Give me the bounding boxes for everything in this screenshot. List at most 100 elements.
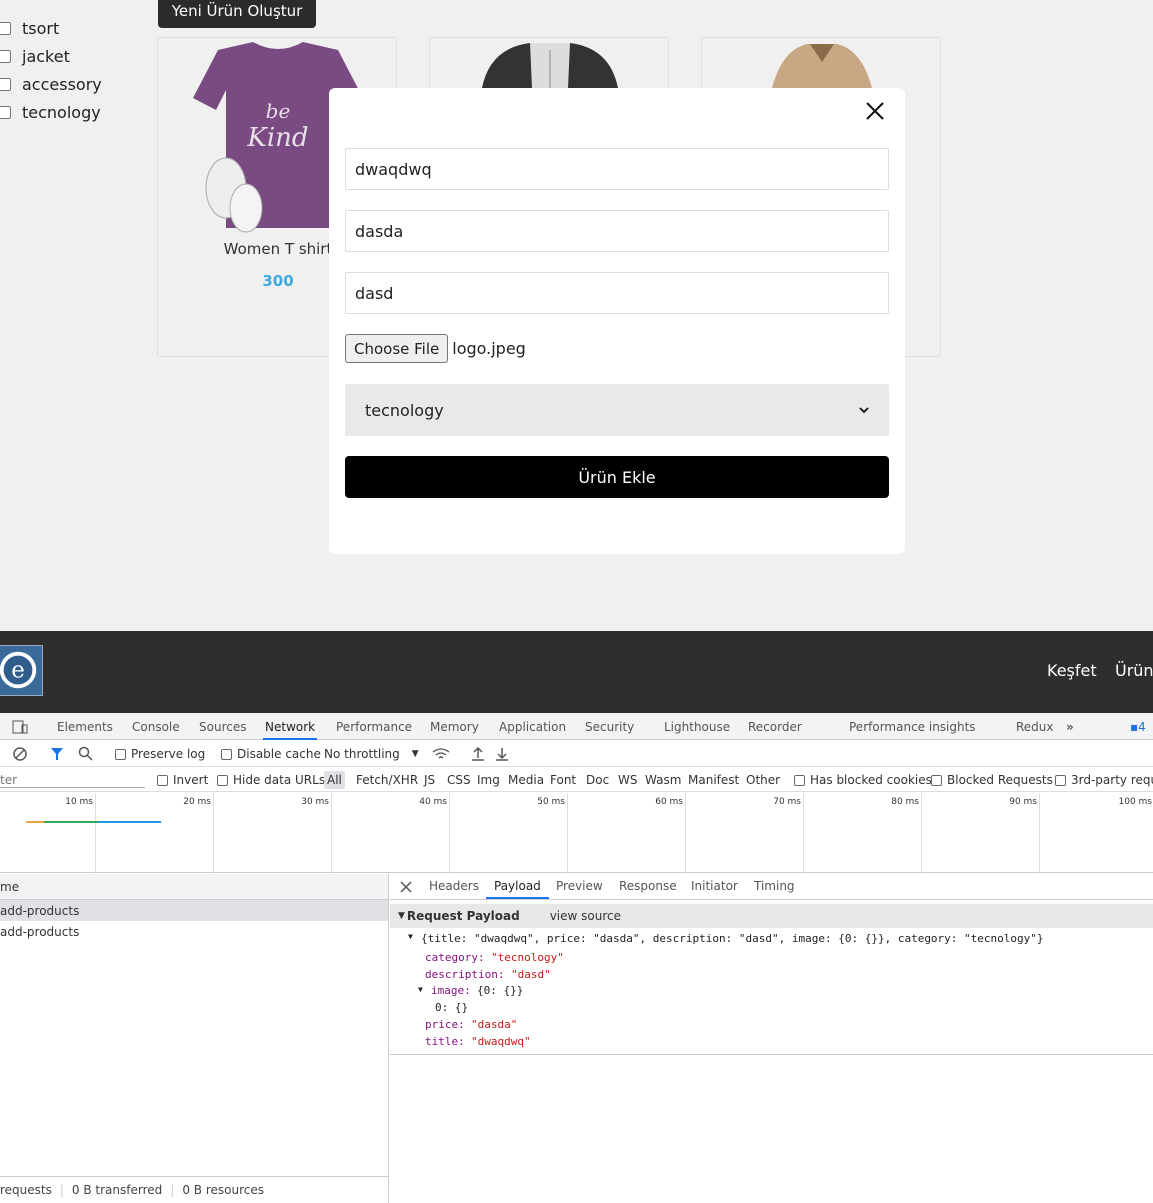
add-product-modal: dwaqdwq dasda dasd Choose File logo.jpeg… — [329, 88, 905, 554]
filter-icon[interactable] — [50, 747, 64, 761]
type-doc[interactable]: Doc — [586, 773, 609, 787]
checkbox[interactable] — [0, 77, 11, 91]
type-img[interactable]: Img — [477, 773, 500, 787]
third-party-checkbox[interactable]: 3rd-party requ — [1055, 773, 1153, 787]
tab-network[interactable]: Network — [262, 720, 318, 740]
choose-file-button[interactable]: Choose File — [345, 334, 449, 363]
tab-elements[interactable]: Elements — [57, 720, 113, 734]
payload-summary: {title: "dwaqdwq", price: "dasda", descr… — [421, 932, 1044, 945]
type-fetch-xhr[interactable]: Fetch/XHR — [356, 773, 418, 787]
tab-headers[interactable]: Headers — [429, 879, 479, 893]
request-row[interactable]: add-products — [0, 921, 388, 942]
checkbox[interactable] — [0, 105, 11, 119]
filter-tsort[interactable]: tsort — [0, 14, 102, 42]
expand-arrow-icon[interactable]: ▼ — [418, 985, 423, 994]
has-blocked-cookies-checkbox[interactable]: Has blocked cookies — [794, 773, 932, 787]
disable-cache-label: Disable cache — [237, 747, 321, 761]
issues-count: 4 — [1138, 720, 1146, 734]
timeline-bar-wait — [26, 821, 44, 823]
tab-memory[interactable]: Memory — [430, 720, 479, 734]
export-har-icon[interactable] — [495, 746, 509, 762]
nav-kesfet[interactable]: Keşfet — [1047, 661, 1097, 680]
tab-performance[interactable]: Performance — [336, 720, 412, 734]
tab-recorder[interactable]: Recorder — [748, 720, 802, 734]
issues-badge[interactable]: ▪4 — [1130, 720, 1146, 734]
tab-timing[interactable]: Timing — [754, 879, 795, 893]
category-select[interactable]: tecnology — [345, 384, 889, 436]
type-font[interactable]: Font — [550, 773, 576, 787]
tab-preview[interactable]: Preview — [556, 879, 603, 893]
file-name: logo.jpeg — [452, 339, 526, 358]
description-input[interactable]: dasd — [345, 272, 889, 314]
svg-text:e: e — [11, 658, 25, 684]
tab-security[interactable]: Security — [585, 720, 634, 734]
payload-key: price: — [425, 1018, 465, 1031]
timeline-tick: 50 ms — [537, 797, 565, 807]
request-list: me add-products add-products requests | … — [0, 874, 389, 1203]
throttling-select[interactable]: No throttling ▼ — [324, 747, 419, 761]
preserve-log-checkbox[interactable]: Preserve log — [115, 747, 205, 761]
title-input[interactable]: dwaqdwq — [345, 148, 889, 190]
type-wasm[interactable]: Wasm — [645, 773, 681, 787]
close-icon[interactable] — [400, 881, 412, 893]
invert-checkbox[interactable]: Invert — [157, 773, 208, 787]
nav-urunler[interactable]: Ürünl — [1115, 661, 1153, 680]
request-payload-header[interactable]: ▼ Request Payload view source — [390, 904, 1153, 928]
search-icon[interactable] — [78, 746, 94, 762]
grid-line — [921, 793, 922, 873]
type-all[interactable]: All — [324, 771, 345, 789]
tab-application[interactable]: Application — [499, 720, 566, 734]
expand-arrow-icon: ▼ — [398, 911, 405, 921]
tab-performance-insights[interactable]: Performance insights — [849, 720, 976, 734]
payload-key: description: — [425, 968, 505, 981]
request-row[interactable]: add-products — [0, 900, 388, 921]
tab-console[interactable]: Console — [132, 720, 180, 734]
more-tabs-icon[interactable]: » — [1066, 720, 1074, 734]
filter-label: tecnology — [22, 102, 101, 122]
type-js[interactable]: JS — [424, 773, 435, 787]
device-toolbar-icon[interactable] — [12, 720, 28, 734]
tab-redux[interactable]: Redux — [1016, 720, 1054, 734]
tab-response[interactable]: Response — [619, 879, 677, 893]
tab-sources[interactable]: Sources — [199, 720, 246, 734]
add-product-submit-button[interactable]: Ürün Ekle — [345, 456, 889, 498]
type-manifest[interactable]: Manifest — [688, 773, 739, 787]
type-other[interactable]: Other — [746, 773, 780, 787]
network-timeline[interactable]: 10 ms 20 ms 30 ms 40 ms 50 ms 60 ms 70 m… — [0, 793, 1153, 873]
devtools-tabs: Elements Console Sources Network Perform… — [0, 713, 1153, 740]
filter-tecnology[interactable]: tecnology — [0, 98, 102, 126]
payload-value: "tecnology" — [491, 951, 564, 964]
view-source-link[interactable]: view source — [550, 909, 621, 923]
filter-input[interactable]: ter — [0, 773, 145, 788]
type-ws[interactable]: WS — [618, 773, 637, 787]
price-input[interactable]: dasda — [345, 210, 889, 252]
grid-line — [803, 793, 804, 873]
type-css[interactable]: CSS — [447, 773, 471, 787]
filter-accessory[interactable]: accessory — [0, 70, 102, 98]
payload-key: title: — [425, 1035, 465, 1048]
payload-value: "dwaqdwq" — [471, 1035, 531, 1048]
blocked-requests-checkbox[interactable]: Blocked Requests — [931, 773, 1053, 787]
checkbox[interactable] — [0, 21, 11, 35]
wifi-settings-icon[interactable] — [432, 747, 450, 761]
logo-icon[interactable]: e — [0, 645, 43, 696]
import-har-icon[interactable] — [471, 746, 485, 762]
close-icon[interactable] — [865, 101, 885, 121]
name-column-header[interactable]: me — [0, 874, 388, 900]
third-party-label: 3rd-party requ — [1071, 773, 1153, 787]
divider — [390, 1054, 1153, 1055]
tab-payload[interactable]: Payload — [486, 879, 549, 899]
request-details: Headers Payload Preview Response Initiat… — [390, 874, 1153, 1203]
hide-data-urls-label: Hide data URLs — [233, 773, 326, 787]
disable-cache-checkbox[interactable]: Disable cache — [221, 747, 321, 761]
type-media[interactable]: Media — [508, 773, 544, 787]
tab-initiator[interactable]: Initiator — [691, 879, 738, 893]
tab-lighthouse[interactable]: Lighthouse — [664, 720, 730, 734]
new-product-button[interactable]: Yeni Ürün Oluştur — [158, 0, 316, 28]
hide-data-urls-checkbox[interactable]: Hide data URLs — [217, 773, 325, 787]
timeline-bar-green — [44, 821, 98, 823]
checkbox[interactable] — [0, 49, 11, 63]
filter-jacket[interactable]: jacket — [0, 42, 102, 70]
clear-icon[interactable] — [12, 746, 28, 762]
expand-arrow-icon[interactable]: ▼ — [408, 932, 413, 941]
